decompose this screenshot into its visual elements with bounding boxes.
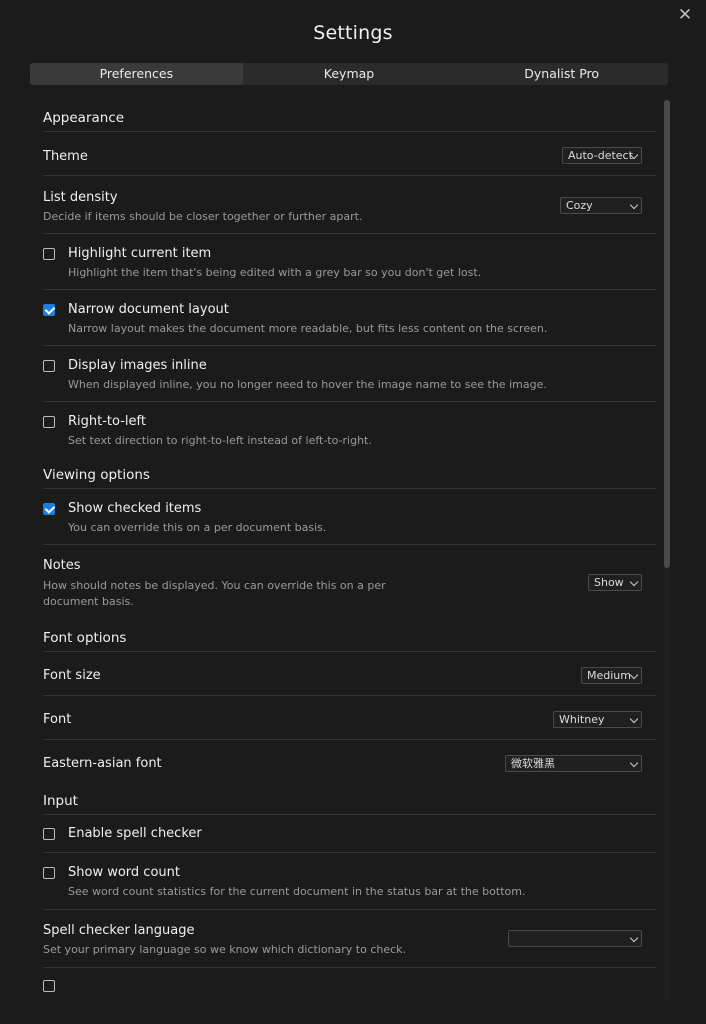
word-count-label: Show word count — [68, 865, 180, 880]
images-row: Display images inline When displayed inl… — [43, 346, 656, 402]
section-appearance: Appearance — [43, 100, 656, 132]
font-size-select[interactable]: Medium — [581, 667, 642, 684]
font-size-row: Font size Medium — [43, 652, 656, 696]
density-select[interactable]: Cozy — [560, 197, 642, 214]
cut-off-row — [43, 968, 656, 998]
chevron-down-icon — [629, 933, 639, 943]
highlight-row: Highlight current item Highlight the ite… — [43, 234, 656, 290]
word-count-checkbox[interactable] — [43, 867, 55, 879]
font-row: Font Whitney — [43, 696, 656, 740]
highlight-desc: Highlight the item that's being edited w… — [68, 266, 482, 279]
chevron-down-icon — [629, 714, 639, 724]
spell-language-select[interactable] — [508, 930, 642, 947]
tab-dynalist-pro[interactable]: Dynalist Pro — [455, 63, 668, 85]
density-desc: Decide if items should be closer togethe… — [43, 210, 363, 223]
rtl-checkbox[interactable] — [43, 416, 55, 428]
density-label: List density — [43, 190, 118, 205]
theme-row: Theme Auto-detect — [43, 132, 656, 176]
chevron-down-icon — [629, 758, 639, 768]
narrow-desc: Narrow layout makes the document more re… — [68, 322, 548, 335]
scrollbar-thumb[interactable] — [664, 100, 670, 568]
density-select-value: Cozy — [566, 199, 593, 212]
narrow-label: Narrow document layout — [68, 302, 229, 317]
rtl-row: Right-to-left Set text direction to righ… — [43, 402, 656, 458]
notes-label: Notes — [43, 558, 81, 573]
notes-desc-line2: document basis. — [43, 595, 134, 608]
word-count-row: Show word count See word count statistic… — [43, 853, 656, 910]
spell-language-desc: Set your primary language so we know whi… — [43, 943, 407, 956]
font-select[interactable]: Whitney — [553, 711, 642, 728]
close-icon[interactable]: ✕ — [676, 6, 694, 24]
settings-title: Settings — [313, 22, 393, 44]
font-label: Font — [43, 712, 72, 727]
theme-select[interactable]: Auto-detect — [562, 147, 642, 164]
theme-select-value: Auto-detect — [568, 149, 633, 162]
spell-language-label: Spell checker language — [43, 923, 195, 938]
rtl-label: Right-to-left — [68, 414, 146, 429]
notes-select-value: Show — [594, 576, 624, 589]
tab-bar: Preferences Keymap Dynalist Pro — [30, 63, 668, 85]
checked-items-desc: You can override this on a per document … — [68, 521, 327, 534]
section-viewing-options: Viewing options — [43, 458, 656, 489]
narrow-row: Narrow document layout Narrow layout mak… — [43, 290, 656, 346]
notes-select[interactable]: Show — [588, 574, 642, 591]
eastern-font-label: Eastern-asian font — [43, 756, 162, 771]
spell-checker-checkbox[interactable] — [43, 828, 55, 840]
eastern-font-select[interactable]: 微软雅黑 — [505, 755, 642, 772]
eastern-font-row: Eastern-asian font 微软雅黑 — [43, 740, 656, 784]
notes-desc-line1: How should notes be displayed. You can o… — [43, 579, 386, 592]
chevron-down-icon — [629, 670, 639, 680]
word-count-desc: See word count statistics for the curren… — [68, 885, 526, 898]
section-input: Input — [43, 784, 656, 815]
cut-off-checkbox[interactable] — [43, 980, 55, 992]
checked-items-checkbox[interactable] — [43, 503, 55, 515]
spell-checker-row: Enable spell checker — [43, 815, 656, 853]
images-checkbox[interactable] — [43, 360, 55, 372]
checked-items-row: Show checked items You can override this… — [43, 489, 656, 545]
images-desc: When displayed inline, you no longer nee… — [68, 378, 547, 391]
spell-checker-label: Enable spell checker — [68, 826, 202, 841]
spell-language-row: Spell checker language Set your primary … — [43, 910, 656, 968]
section-font-options: Font options — [43, 621, 656, 652]
checked-items-label: Show checked items — [68, 501, 202, 516]
rtl-desc: Set text direction to right-to-left inst… — [68, 434, 372, 447]
highlight-label: Highlight current item — [68, 246, 212, 261]
narrow-checkbox[interactable] — [43, 304, 55, 316]
font-size-select-value: Medium — [587, 669, 631, 682]
chevron-down-icon — [629, 577, 639, 587]
tab-keymap[interactable]: Keymap — [243, 63, 456, 85]
notes-row: Notes How should notes be displayed. You… — [43, 545, 656, 621]
images-label: Display images inline — [68, 358, 207, 373]
density-row: List density Decide if items should be c… — [43, 176, 656, 234]
chevron-down-icon — [629, 200, 639, 210]
settings-content: Appearance Theme Auto-detect List densit… — [43, 100, 656, 1024]
highlight-checkbox[interactable] — [43, 248, 55, 260]
font-select-value: Whitney — [559, 713, 605, 726]
font-size-label: Font size — [43, 668, 101, 683]
eastern-font-select-value: 微软雅黑 — [511, 757, 555, 770]
tab-preferences[interactable]: Preferences — [30, 63, 243, 85]
theme-label: Theme — [43, 149, 88, 164]
